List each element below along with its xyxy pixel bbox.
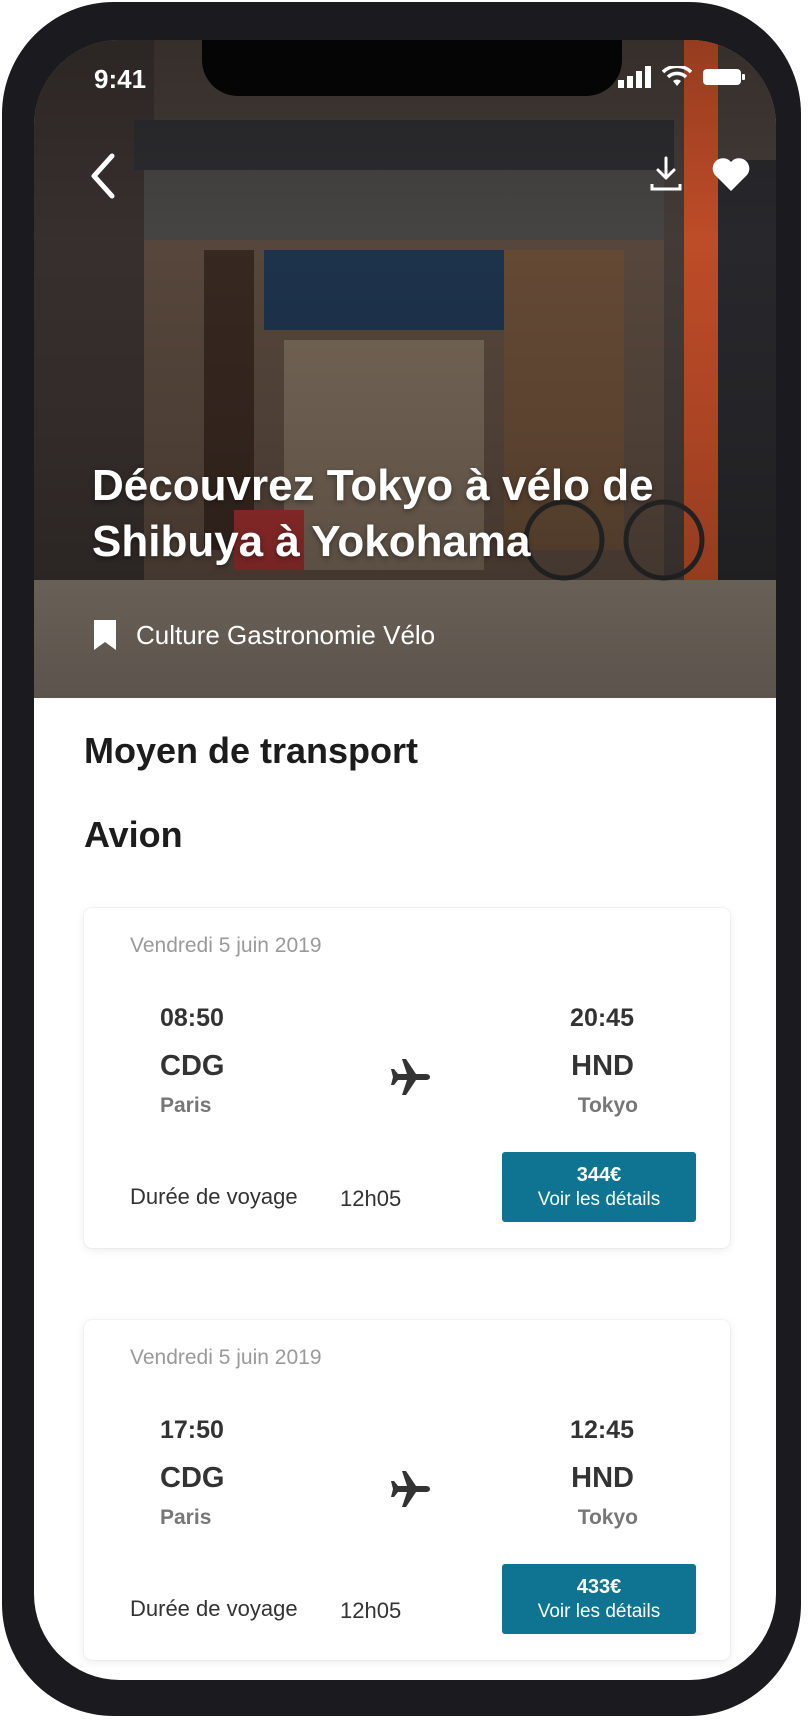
bookmark-icon [94, 620, 116, 650]
status-time: 9:41 [94, 64, 147, 94]
departure-code: CDG [160, 1462, 225, 1494]
hero-image: 9:41 Découvrez Tokyo à vélo de Shibuya à… [34, 40, 776, 698]
section-title: Moyen de transport [84, 730, 419, 771]
phone-mockup: 9:41 Découvrez Tokyo à vélo de Shibuya à… [0, 0, 809, 1722]
flight-date: Vendredi 5 juin 2019 [130, 1346, 322, 1369]
view-details-button[interactable]: 433€ Voir les détails [502, 1564, 696, 1634]
hero-tags: Culture Gastronomie Vélo [92, 618, 435, 652]
departure-time: 08:50 [160, 1004, 224, 1032]
hero-title: Découvrez Tokyo à vélo de Shibuya à Yoko… [92, 461, 654, 566]
plane-icon [391, 1059, 430, 1095]
flight-card: Vendredi 5 juin 2019 17:50 CDG Paris 12:… [84, 1320, 730, 1660]
phone-notch [202, 40, 622, 96]
duration-value: 12h05 [340, 1598, 402, 1623]
status-icons [618, 66, 746, 88]
heart-icon[interactable] [710, 154, 752, 194]
view-details-label: Voir les détails [537, 1189, 661, 1210]
price-amount: 433€ [576, 1576, 622, 1598]
screen: 9:41 Découvrez Tokyo à vélo de Shibuya à… [34, 40, 776, 1680]
arrival-time: 12:45 [570, 1416, 634, 1444]
arrival-code: HND [571, 1462, 634, 1494]
arrival-city: Tokyo [577, 1506, 638, 1529]
download-icon[interactable] [648, 154, 684, 194]
tags-label: Culture Gastronomie Vélo [136, 619, 436, 650]
departure-city: Paris [160, 1506, 212, 1529]
departure-city: Paris [160, 1094, 212, 1117]
view-details-button[interactable]: 344€ Voir les détails [502, 1152, 696, 1222]
duration-label: Durée de voyage [130, 1184, 298, 1209]
price-amount: 344€ [576, 1164, 622, 1186]
duration-label: Durée de voyage [130, 1596, 298, 1621]
view-details-label: Voir les détails [537, 1601, 661, 1622]
departure-time: 17:50 [160, 1416, 224, 1444]
hero-overlay [34, 40, 776, 698]
flight-date: Vendredi 5 juin 2019 [130, 934, 322, 957]
battery-icon [703, 69, 745, 85]
wifi-icon [662, 66, 692, 86]
signal-icon [618, 66, 651, 88]
back-chevron-icon[interactable] [84, 150, 124, 202]
flight-card: Vendredi 5 juin 2019 08:50 CDG Paris 20:… [84, 908, 730, 1248]
arrival-time: 20:45 [570, 1004, 634, 1032]
departure-code: CDG [160, 1050, 225, 1082]
duration-value: 12h05 [340, 1186, 402, 1211]
arrival-city: Tokyo [577, 1094, 638, 1117]
arrival-code: HND [571, 1050, 634, 1082]
section-subtitle: Avion [84, 814, 183, 855]
plane-icon [391, 1471, 430, 1507]
